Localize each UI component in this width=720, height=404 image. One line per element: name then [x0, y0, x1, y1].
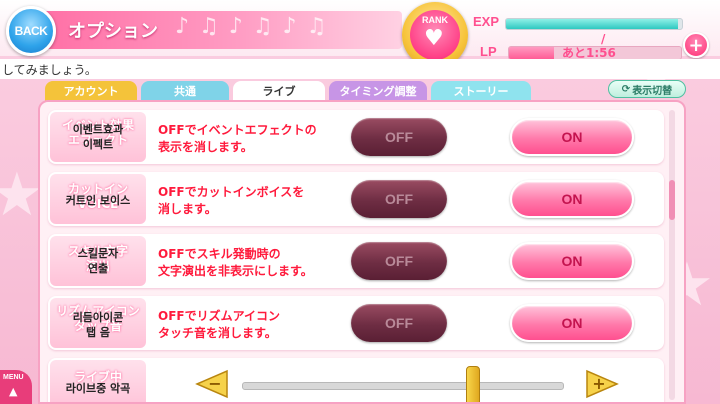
- row-description: OFFでカットインボイスを 消します。: [158, 185, 305, 216]
- back-button[interactable]: BACK: [6, 6, 56, 56]
- off-button[interactable]: OFF: [351, 180, 447, 218]
- on-button[interactable]: ON: [510, 180, 634, 218]
- panel-scrollbar[interactable]: [669, 110, 675, 400]
- view-toggle-label: 表示切替: [632, 85, 673, 97]
- lp-label: LP: [480, 44, 497, 59]
- row-description: OFFでスキル発動時の 文字演出を非表示にします。: [158, 247, 313, 278]
- option-row-rhythm-icon-sound: リズムアイコン タップ音 리듬아이콘 탭 음 OFFでリズムアイコン タッチ音を…: [48, 296, 664, 350]
- music-notes-decoration: ♪♫♪♫♪♫: [175, 14, 337, 39]
- exp-fill: [506, 19, 679, 29]
- minus-sign: −: [208, 374, 221, 393]
- row-label: ライブ中 라이브중 악곡: [50, 360, 146, 402]
- exp-bar: [505, 18, 683, 30]
- chevron-up-icon: ▲: [9, 385, 18, 398]
- off-button[interactable]: OFF: [351, 118, 447, 156]
- plus-sign: +: [592, 374, 605, 393]
- option-row-cutin-voice: カットイン VOICE 커트인 보이스 OFFでカットインボイスを 消します。 …: [48, 172, 664, 226]
- tab-common[interactable]: 共通: [141, 81, 229, 101]
- minus-arrow-icon: −: [195, 369, 228, 399]
- tab-story[interactable]: ストーリー: [431, 81, 531, 101]
- heart-icon: ♥: [424, 26, 444, 51]
- rank-label: RANK: [422, 15, 448, 25]
- options-panel: イベント効果 エフェクト 이벤트효과 이펙트 OFFでイベントエフェクトの 表示…: [38, 100, 686, 404]
- plus-arrow-icon: +: [586, 369, 619, 399]
- row-label-ko: 라이브중 악곡: [65, 382, 131, 395]
- page-title: オプション: [68, 21, 158, 42]
- option-row-skill-text: スキル文字 演出 스킬문자 연출 OFFでスキル発動時の 文字演出を非表示にしま…: [48, 234, 664, 288]
- option-row-event-effect: イベント効果 エフェクト 이벤트효과 이펙트 OFFでイベントエフェクトの 表示…: [48, 110, 664, 164]
- scrollbar-thumb[interactable]: [669, 180, 675, 220]
- row-description: OFFでイベントエフェクトの 表示を消します。: [158, 123, 317, 154]
- add-lp-button[interactable]: +: [683, 32, 709, 58]
- off-button[interactable]: OFF: [351, 304, 447, 342]
- menu-label: MENU: [3, 374, 24, 381]
- back-label: BACK: [14, 24, 48, 38]
- tab-label: 共通: [174, 85, 196, 98]
- volume-slider-track[interactable]: [242, 382, 564, 390]
- row-label-ko: 이벤트효과 이펙트: [72, 123, 124, 151]
- tab-timing[interactable]: タイミング調整: [329, 81, 427, 101]
- off-button[interactable]: OFF: [351, 242, 447, 280]
- volume-down-button[interactable]: −: [194, 366, 230, 402]
- row-label: カットイン VOICE 커트인 보이스: [50, 174, 146, 224]
- lp-fill: [509, 47, 554, 59]
- row-label: リズムアイコン タップ音 리듬아이콘 탭 음: [50, 298, 146, 348]
- tab-label: アカウント: [63, 85, 119, 98]
- row-label-ko: 스킬문자 연출: [77, 247, 119, 275]
- option-row-live-music-volume: ライブ中 라이브중 악곡 − +: [48, 358, 664, 402]
- row-description: OFFでリズムアイコン タッチ音を消します。: [158, 309, 280, 340]
- row-label-ko: 리듬아이콘 탭 음: [72, 311, 124, 339]
- plus-icon: +: [688, 34, 704, 56]
- view-toggle-button[interactable]: ⟳ 表示切替: [608, 80, 686, 98]
- tab-account[interactable]: アカウント: [45, 81, 137, 101]
- volume-slider-thumb[interactable]: [466, 366, 481, 402]
- on-button[interactable]: ON: [510, 304, 634, 342]
- on-button[interactable]: ON: [510, 118, 634, 156]
- tab-live[interactable]: ライブ: [233, 81, 325, 101]
- row-label: イベント効果 エフェクト 이벤트효과 이펙트: [50, 112, 146, 162]
- on-button[interactable]: ON: [510, 242, 634, 280]
- tab-label: タイミング調整: [339, 85, 417, 98]
- volume-up-button[interactable]: +: [584, 366, 620, 402]
- tab-label: ストーリー: [453, 85, 509, 98]
- menu-button[interactable]: MENU ▲: [0, 370, 32, 404]
- refresh-icon: ⟳: [621, 83, 631, 95]
- ticker-text: してみましょう。: [2, 63, 97, 77]
- exp-label: EXP: [473, 14, 500, 29]
- row-label-ko: 커트인 보이스: [65, 194, 131, 207]
- message-ticker: してみましょう。: [0, 59, 720, 79]
- tab-label: ライブ: [262, 85, 296, 98]
- row-label: スキル文字 演出 스킬문자 연출: [50, 236, 146, 286]
